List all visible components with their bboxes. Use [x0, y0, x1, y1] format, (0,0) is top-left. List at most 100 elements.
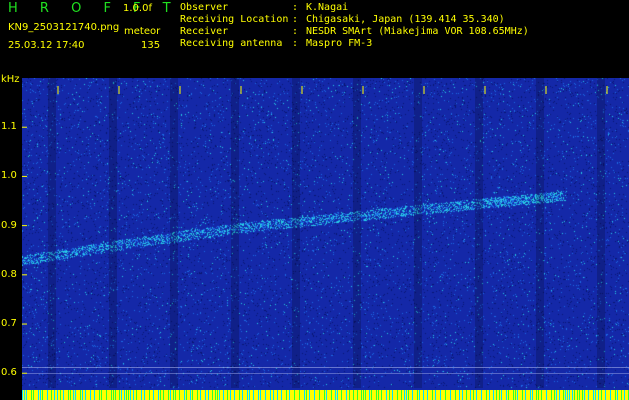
- bottom-band-stripe: [126, 390, 127, 400]
- bottom-band-stripe: [324, 390, 325, 400]
- bottom-band-stripe: [466, 390, 467, 400]
- bottom-band-stripe: [386, 390, 387, 400]
- header-panel: H R O F F T 1.0.0f KN9_2503121740.png me…: [0, 0, 629, 74]
- bottom-band-stripe: [314, 390, 315, 400]
- bottom-band-stripe: [281, 390, 282, 400]
- bottom-band-stripe: [624, 390, 625, 400]
- bottom-band-stripe: [57, 390, 58, 400]
- bottom-band-stripe: [73, 390, 74, 400]
- bottom-band-stripe: [419, 390, 420, 400]
- bottom-band-stripe: [335, 390, 336, 400]
- bottom-band-stripe: [435, 390, 436, 400]
- bottom-band-stripe: [506, 390, 507, 400]
- bottom-band-stripe: [569, 390, 570, 400]
- bottom-band-stripe: [26, 390, 27, 400]
- bottom-band-stripe: [513, 390, 514, 400]
- bottom-band-stripe: [406, 390, 407, 400]
- spectrogram-plot: [22, 78, 629, 400]
- info-value: NESDR SMArt (Miakejima VOR 108.65MHz): [306, 26, 529, 37]
- bottom-band-stripe: [309, 390, 310, 400]
- info-row-location: Receiving Location: Chigasaki, Japan (139…: [180, 14, 529, 26]
- bottom-band-stripe: [376, 390, 377, 400]
- info-separator: :: [292, 26, 299, 37]
- bottom-band-stripe: [51, 390, 52, 400]
- bottom-band-stripe: [306, 390, 307, 400]
- bottom-band-stripe: [363, 390, 364, 400]
- bottom-band-stripe: [445, 390, 446, 400]
- bottom-band-stripe: [577, 390, 578, 400]
- bottom-band-stripe: [595, 390, 596, 400]
- bottom-band-stripe: [470, 390, 471, 400]
- minute-band: [414, 78, 422, 388]
- bottom-band-stripe: [610, 390, 611, 400]
- bottom-band-stripe: [496, 390, 497, 400]
- bottom-band-stripe: [615, 390, 616, 400]
- bottom-band-stripe: [337, 390, 338, 400]
- bottom-band-stripe: [24, 390, 25, 400]
- bottom-band-stripe: [128, 390, 129, 400]
- bottom-band-stripe: [82, 390, 83, 400]
- bottom-band-stripe: [427, 390, 428, 400]
- bottom-band-stripe: [353, 390, 354, 400]
- bottom-band-stripe: [538, 390, 539, 400]
- bottom-band-stripe: [289, 390, 290, 400]
- bottom-band-stripe: [621, 390, 622, 400]
- bottom-band-stripe: [397, 390, 398, 400]
- minute-band: [475, 78, 483, 388]
- bottom-band-stripe: [247, 390, 248, 400]
- bottom-band-stripe: [440, 390, 441, 400]
- bottom-band-stripe: [517, 390, 518, 400]
- bottom-band-stripe: [63, 390, 64, 400]
- bottom-band-stripe: [601, 390, 602, 400]
- bottom-band-stripe: [299, 390, 300, 400]
- y-axis-unit: kHz: [1, 74, 20, 85]
- bottom-band-stripe: [554, 390, 555, 400]
- bottom-band-stripe: [80, 390, 81, 400]
- bottom-band-stripe: [70, 390, 71, 400]
- bottom-band-stripe: [258, 390, 259, 400]
- bottom-band-stripe: [486, 390, 487, 400]
- info-separator: :: [292, 2, 299, 13]
- bottom-band-stripe: [270, 390, 271, 400]
- bottom-band-stripe: [525, 390, 526, 400]
- bottom-band-stripe: [141, 390, 142, 400]
- bottom-band-stripe: [68, 390, 69, 400]
- bottom-band-stripe: [215, 390, 216, 400]
- bottom-band-stripe: [186, 390, 187, 400]
- bottom-band-stripe: [242, 390, 243, 400]
- bottom-band-stripe: [473, 390, 474, 400]
- bottom-band-stripe: [501, 390, 502, 400]
- bottom-band-stripe: [304, 390, 305, 400]
- bottom-band-stripe: [119, 390, 120, 400]
- bottom-band-stripe: [115, 390, 116, 400]
- minute-band: [597, 78, 605, 388]
- bottom-band-stripe: [319, 390, 320, 400]
- bottom-band-stripe: [170, 390, 171, 400]
- bottom-band-stripe: [508, 390, 509, 400]
- bottom-band-stripe: [401, 390, 402, 400]
- bottom-band-stripe: [90, 390, 91, 400]
- bottom-band-stripe: [286, 390, 287, 400]
- bottom-band-stripe: [532, 390, 533, 400]
- bottom-band-stripe: [365, 390, 366, 400]
- bottom-band-stripe: [153, 390, 154, 400]
- bottom-band-stripe: [432, 390, 433, 400]
- bottom-band-stripe: [346, 390, 347, 400]
- bottom-band-stripe: [158, 390, 159, 400]
- bottom-band-stripe: [294, 390, 295, 400]
- info-label: Receiver: [180, 26, 229, 37]
- bottom-band-stripe: [230, 390, 231, 400]
- bottom-band-stripe: [605, 390, 606, 400]
- bottom-band-stripe: [54, 390, 55, 400]
- date-time: 25.03.12 17:40: [8, 40, 85, 51]
- bottom-band-stripe: [392, 390, 393, 400]
- bottom-band-stripe: [130, 390, 131, 400]
- info-separator: :: [292, 38, 299, 49]
- bottom-band-stripe: [584, 390, 585, 400]
- bottom-band-stripe: [574, 390, 575, 400]
- spectrogram-svg: [22, 78, 629, 400]
- bottom-band-stripe: [423, 390, 424, 400]
- bottom-band-stripe: [205, 390, 206, 400]
- bottom-band-stripe: [459, 390, 460, 400]
- bottom-band-stripe: [381, 390, 382, 400]
